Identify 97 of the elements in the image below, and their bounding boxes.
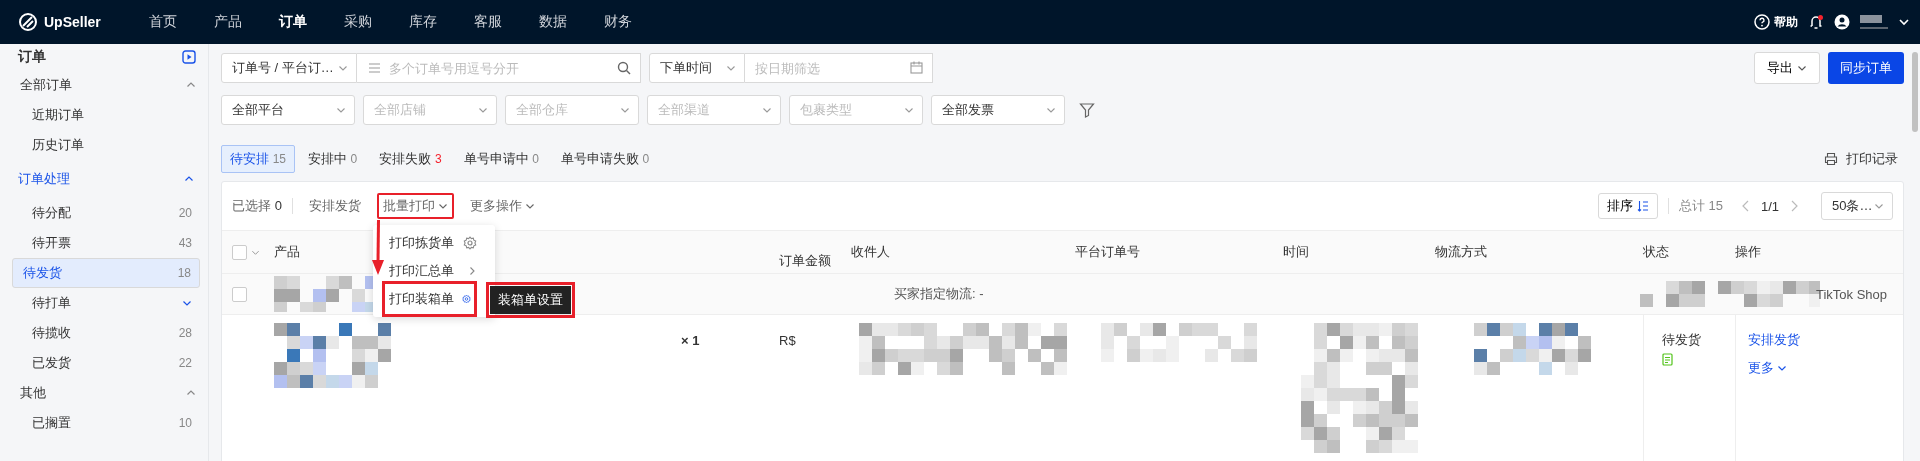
search-type-select[interactable]: 订单号 / 平台订… (221, 53, 357, 83)
checkbox[interactable] (232, 244, 247, 260)
sort-icon (1636, 200, 1649, 212)
brand-name: UpSeller (44, 14, 101, 30)
platform-name: TikTok Shop (1815, 286, 1887, 302)
sidebar-item[interactable]: 待打单 (12, 288, 200, 318)
column-header: 操作 (1735, 244, 1761, 259)
nav-tab[interactable]: 订单 (260, 13, 325, 31)
next-page-icon[interactable] (1789, 200, 1799, 212)
sidebar-group[interactable]: 全部订单 (12, 70, 200, 100)
search-field[interactable]: 多个订单号用逗号分开 (357, 53, 641, 83)
column-header: 平台订单号 (1075, 244, 1140, 259)
caret-icon (1777, 363, 1787, 373)
more-link[interactable]: 更多 (1748, 359, 1903, 377)
sidebar-item[interactable]: 待揽收 28 (12, 318, 200, 348)
gear-icon[interactable] (461, 292, 471, 306)
filter-select[interactable]: 全部平台 (221, 95, 355, 125)
menu-item[interactable]: 打印拣货单 (385, 229, 485, 257)
order-status: 待发货 (1662, 331, 1702, 349)
page-indicator: 1/1 (1760, 198, 1779, 214)
prev-page-icon[interactable] (1740, 200, 1751, 212)
note-icon[interactable] (1662, 353, 1674, 366)
arrange-shipment-link[interactable]: 安排发货 (1748, 331, 1903, 349)
nav-tab[interactable]: 客服 (455, 13, 520, 31)
sidebar-item[interactable]: 已搁置 10 (12, 408, 200, 438)
caret-icon (762, 105, 772, 115)
sidebar-item[interactable]: 历史订单 (12, 130, 200, 160)
list-icon (368, 62, 381, 74)
status-tab[interactable]: 安排失败 3 (370, 145, 451, 173)
gear-icon[interactable] (462, 236, 477, 250)
status-tab[interactable]: 单号申请失败 0 (551, 145, 659, 173)
sync-orders-button[interactable]: 同步订单 (1828, 52, 1904, 84)
nav-tab[interactable]: 库存 (390, 13, 455, 31)
caret-icon (904, 105, 914, 115)
search-icon[interactable] (617, 61, 631, 75)
logistics-note: 买家指定物流: - (894, 285, 984, 303)
collapse-icon[interactable] (182, 50, 196, 64)
menu-item[interactable]: 打印汇总单 (385, 257, 485, 285)
nav-tab[interactable]: 财务 (585, 13, 650, 31)
caret-icon (524, 201, 535, 211)
sidebar-item[interactable]: 已发货 22 (12, 348, 200, 378)
order-amount: R$ (779, 333, 796, 348)
column-header: 时间 (1283, 244, 1309, 259)
sidebar-item[interactable]: 待分配 20 (12, 198, 200, 228)
filter-icon[interactable] (1079, 102, 1095, 118)
export-button[interactable]: 导出 (1754, 52, 1820, 84)
calendar-icon[interactable] (910, 61, 923, 74)
sidebar-item[interactable]: 待开票 43 (12, 228, 200, 258)
date-type-select[interactable]: 下单时间 (649, 53, 745, 83)
pointer-arrow (370, 220, 385, 276)
caret-icon (338, 63, 348, 73)
printer-icon[interactable] (1824, 152, 1838, 166)
selected-count: 已选择 0 (232, 197, 282, 215)
caret-icon (437, 201, 448, 211)
caret-icon (1797, 63, 1807, 73)
column-header: 订单金额 (779, 253, 831, 268)
sidebar-title: 订单 (18, 48, 46, 66)
status-tab[interactable]: 安排中 0 (299, 145, 367, 173)
column-header: 状态 (1643, 244, 1669, 259)
help-icon[interactable] (1754, 14, 1770, 30)
column-header: 物流方式 (1435, 244, 1487, 259)
sidebar-group[interactable]: 其他 (12, 378, 200, 408)
scrollbar-thumb[interactable] (1912, 52, 1918, 132)
checkbox[interactable] (232, 286, 247, 302)
sidebar-item[interactable]: 近期订单 (12, 100, 200, 130)
sidebar-item[interactable]: 待发货 18 (12, 258, 200, 288)
filter-select[interactable]: 全部发票 (931, 95, 1065, 125)
caret-icon (620, 105, 630, 115)
page-size-select[interactable]: 50条… (1821, 192, 1893, 220)
total-count: 总计 15 (1678, 197, 1723, 215)
sidebar-group[interactable]: 订单处理 (12, 160, 200, 198)
caret-icon (478, 105, 488, 115)
sort-button[interactable]: 排序 (1597, 193, 1658, 219)
caret-icon (726, 63, 736, 73)
nav-tab[interactable]: 首页 (130, 13, 195, 31)
quantity: × 1 (681, 333, 700, 348)
caret-icon (1046, 105, 1056, 115)
chevron-down-icon[interactable] (1898, 16, 1910, 28)
caret-icon (336, 105, 346, 115)
date-field[interactable]: 按日期筛选 (745, 53, 933, 83)
help-link[interactable]: 帮助 (1774, 13, 1798, 31)
toolbar-action[interactable]: 更多操作 (463, 193, 541, 219)
status-tab[interactable]: 单号申请中 0 (454, 145, 548, 173)
bell-icon[interactable] (1808, 14, 1824, 30)
toolbar-action[interactable]: 安排发货 (302, 193, 367, 219)
nav-tab[interactable]: 产品 (195, 13, 260, 31)
logo-icon (18, 12, 38, 32)
pixelated-redaction (1860, 15, 1888, 29)
column-header: 收件人 (851, 244, 890, 259)
status-tab[interactable]: 待安排 15 (221, 145, 295, 173)
toolbar-action[interactable]: 批量打印 (376, 193, 454, 219)
column-header: 产品 (274, 244, 300, 259)
nav-tab[interactable]: 数据 (520, 13, 585, 31)
nav-tab[interactable]: 采购 (325, 13, 390, 31)
user-icon[interactable] (1834, 14, 1850, 30)
print-log-link[interactable]: 打印记录 (1846, 150, 1898, 168)
caret-icon (1874, 201, 1884, 211)
